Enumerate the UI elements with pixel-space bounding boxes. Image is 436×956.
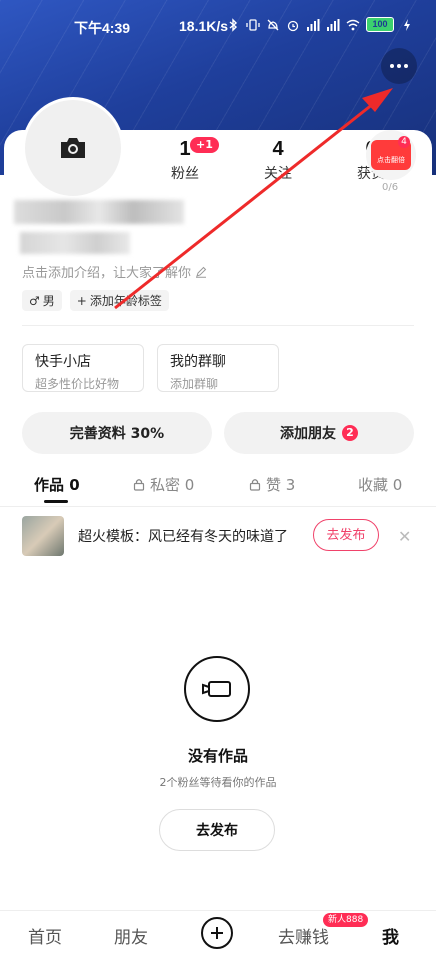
- video-camera-icon: [202, 681, 231, 697]
- nav-earn[interactable]: 去赚钱: [278, 923, 329, 948]
- edit-icon: [196, 266, 207, 278]
- alarm-icon: [287, 20, 299, 31]
- empty-title: 没有作品: [187, 747, 248, 765]
- wifi-icon: [346, 19, 360, 30]
- shop-title: 快手小店: [35, 354, 91, 370]
- tab-private[interactable]: 私密 0: [133, 474, 194, 495]
- male-icon: ♂: [29, 293, 40, 308]
- charging-icon: [404, 18, 410, 31]
- tab-liked-label: 赞 3: [266, 476, 296, 494]
- tab-private-label: 私密 0: [150, 476, 195, 494]
- plus-icon: [211, 927, 223, 939]
- complete-profile-button[interactable]: 完善资料 30%: [22, 412, 212, 454]
- gender-tag[interactable]: ♂ 男: [22, 290, 62, 311]
- template-thumbnail[interactable]: [22, 516, 64, 556]
- camera-icon: [61, 138, 85, 158]
- nav-friends[interactable]: 朋友: [114, 923, 148, 948]
- active-tab-indicator: [44, 500, 68, 503]
- status-time: 下午4:39: [74, 20, 131, 36]
- age-tag-text: 添加年龄标签: [89, 294, 162, 308]
- tab-favorites[interactable]: 收藏 0: [358, 474, 402, 495]
- signal-icon-2: [327, 18, 340, 31]
- bottom-nav: 首页 朋友 去赚钱 新人888 我: [0, 910, 436, 956]
- gift-badge: 4: [398, 136, 410, 148]
- gift-text: 点击翻倍: [377, 156, 405, 164]
- template-suggestion: 超火模板：风已经有冬天的味道了 去发布 ✕: [0, 506, 436, 565]
- empty-subtitle: 2个粉丝等待看你的作品: [159, 776, 277, 789]
- username-blurred: [14, 200, 184, 224]
- nav-home[interactable]: 首页: [28, 923, 62, 948]
- following-label: 关注: [264, 166, 292, 182]
- profile-tags: ♂ 男 + 添加年龄标签: [22, 290, 169, 311]
- nav-me[interactable]: 我: [382, 923, 399, 948]
- vibrate-icon: [246, 18, 260, 31]
- shop-subtitle: 超多性价比好物: [35, 377, 120, 391]
- group-chat-title: 我的群聊: [170, 354, 226, 370]
- close-icon[interactable]: ✕: [398, 527, 411, 546]
- intro-placeholder[interactable]: 点击添加介绍，让大家了解你: [22, 262, 207, 281]
- following-count: 4: [272, 138, 284, 160]
- add-friends-label: 添加朋友: [280, 426, 336, 442]
- intro-text: 点击添加介绍，让大家了解你: [22, 266, 192, 281]
- battery-indicator: 100: [366, 17, 394, 32]
- tab-works[interactable]: 作品 0: [34, 474, 80, 495]
- more-dots-icon: [390, 64, 408, 68]
- mute-icon: [267, 19, 279, 30]
- network-speed: 18.1K/s: [179, 18, 229, 34]
- empty-video-icon: [184, 656, 250, 722]
- shop-shortcut[interactable]: 快手小店 超多性价比好物: [22, 344, 144, 392]
- new-follower-badge: +1: [190, 137, 219, 153]
- publish-button[interactable]: 去发布: [159, 809, 275, 851]
- group-chat-subtitle: 添加群聊: [170, 377, 219, 391]
- status-icons: 100: [226, 17, 414, 32]
- bluetooth-icon: [229, 17, 238, 32]
- divider: [22, 325, 414, 326]
- profile-screen: 下午4:39 18.1K/s 100 1 粉丝 +1 4 关注 0 获赞 点: [0, 0, 436, 956]
- template-publish-button[interactable]: 去发布: [313, 519, 379, 551]
- gift-progress: 0/6: [382, 182, 399, 193]
- complete-profile-label: 完善资料 30%: [69, 426, 165, 442]
- tab-works-label: 作品 0: [34, 476, 80, 494]
- signal-icon: [307, 18, 320, 31]
- plus-icon: +: [76, 293, 87, 308]
- earn-badge: 新人888: [323, 913, 369, 927]
- gender-text: 男: [42, 294, 55, 308]
- add-friends-count-badge: 2: [342, 425, 358, 441]
- followers-label: 粉丝: [171, 166, 199, 182]
- tab-liked[interactable]: 赞 3: [249, 474, 295, 495]
- create-button[interactable]: [201, 917, 233, 949]
- add-friends-button[interactable]: 添加朋友 2: [224, 412, 414, 454]
- add-age-tag[interactable]: + 添加年龄标签: [69, 290, 169, 311]
- user-id-blurred: [20, 232, 130, 254]
- more-options-button[interactable]: [381, 48, 417, 84]
- tab-favorites-label: 收藏 0: [358, 476, 403, 494]
- template-text: 超火模板：风已经有冬天的味道了: [78, 529, 288, 545]
- group-chat-shortcut[interactable]: 我的群聊 添加群聊: [157, 344, 279, 392]
- lock-icon: [249, 479, 261, 491]
- avatar[interactable]: [22, 97, 124, 199]
- lock-icon: [133, 479, 145, 491]
- stat-following[interactable]: 4 关注: [248, 138, 308, 183]
- status-bar: 下午4:39 18.1K/s 100: [0, 14, 436, 42]
